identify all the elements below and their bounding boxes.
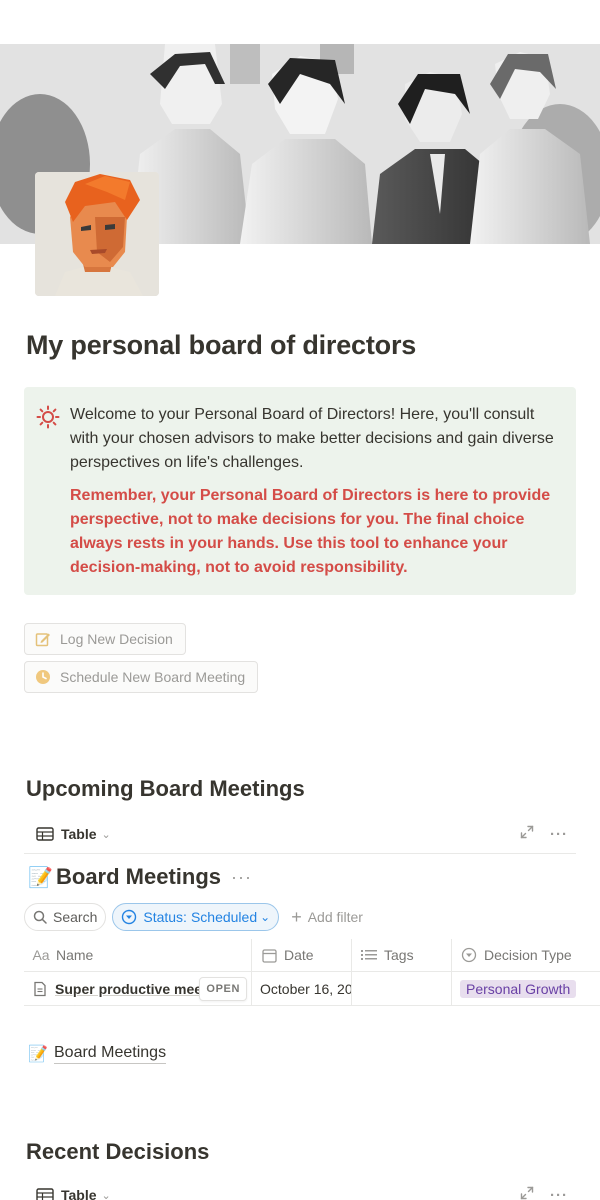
- table-header: Aa Name Date Tags Decision Type: [24, 939, 600, 972]
- column-header-name[interactable]: Aa Name: [24, 939, 252, 971]
- lowpoly-man-icon: [35, 172, 159, 296]
- cell-decision-type[interactable]: Personal Growth: [452, 972, 600, 1005]
- chevron-down-icon: ⌄: [260, 910, 271, 924]
- table-view-tab[interactable]: Table ⌄: [24, 1187, 111, 1200]
- more-options-icon[interactable]: ···: [550, 1187, 568, 1200]
- page-title: My personal board of directors: [26, 330, 417, 360]
- status-filter-chip[interactable]: Status: Scheduled ⌄: [112, 903, 280, 931]
- status-icon: [121, 909, 137, 925]
- calendar-icon: [260, 948, 278, 963]
- schedule-board-meeting-button[interactable]: Schedule New Board Meeting: [24, 661, 259, 693]
- table-view-tab[interactable]: Table ⌄: [24, 826, 111, 842]
- table-view-label: Table: [61, 1187, 97, 1200]
- table-view-label: Table: [61, 826, 97, 842]
- search-label: Search: [53, 909, 98, 925]
- callout-welcome-text: Welcome to your Personal Board of Direct…: [70, 406, 554, 471]
- upcoming-view-bar: Table ⌄ ···: [24, 816, 576, 852]
- chevron-down-icon: ⌄: [101, 1189, 111, 1200]
- expand-icon[interactable]: [520, 1186, 534, 1200]
- plus-icon: +: [291, 906, 302, 927]
- database-more-icon[interactable]: ···: [231, 867, 252, 888]
- table-row[interactable]: Super productive meeting OPEN October 16…: [24, 972, 600, 1006]
- column-header-tags[interactable]: Tags: [352, 939, 452, 971]
- column-header-decision-type[interactable]: Decision Type: [452, 939, 600, 971]
- page-icon-avatar[interactable]: [35, 172, 159, 296]
- memo-icon: 📝: [28, 866, 53, 889]
- log-new-decision-button[interactable]: Log New Decision: [24, 623, 186, 655]
- database-title: 📝 Board Meetings ···: [28, 864, 252, 890]
- add-filter-button[interactable]: + Add filter: [291, 907, 363, 928]
- upcoming-meetings-heading: Upcoming Board Meetings: [26, 776, 305, 801]
- recent-decisions-heading: Recent Decisions: [26, 1139, 210, 1164]
- memo-icon: 📝: [28, 1045, 48, 1063]
- recent-view-bar: Table ⌄ ···: [24, 1177, 576, 1200]
- page-icon: [32, 981, 48, 997]
- filter-bar: Search Status: Scheduled ⌄ + Add filter: [24, 903, 363, 931]
- chevron-down-icon: ⌄: [101, 828, 111, 841]
- add-filter-label: Add filter: [307, 909, 363, 925]
- more-options-icon[interactable]: ···: [550, 826, 568, 843]
- text-property-icon: Aa: [32, 947, 50, 963]
- sun-icon: [36, 405, 60, 429]
- search-icon: [33, 910, 47, 924]
- edit-note-icon: [35, 631, 51, 647]
- welcome-callout: Welcome to your Personal Board of Direct…: [24, 387, 576, 595]
- divider: [24, 853, 576, 854]
- column-header-date[interactable]: Date: [252, 939, 352, 971]
- log-new-decision-label: Log New Decision: [60, 631, 173, 647]
- database-name[interactable]: Board Meetings: [56, 864, 221, 890]
- status-filter-value: Scheduled: [190, 909, 258, 925]
- decision-type-tag: Personal Growth: [460, 979, 577, 998]
- list-icon: [360, 948, 378, 962]
- select-icon: [460, 947, 478, 963]
- cell-name[interactable]: Super productive meeting OPEN: [24, 972, 252, 1005]
- open-row-button[interactable]: OPEN: [199, 977, 247, 1001]
- cell-date[interactable]: October 16, 2024: [252, 972, 352, 1005]
- expand-icon[interactable]: [520, 825, 534, 843]
- schedule-board-meeting-label: Schedule New Board Meeting: [60, 669, 246, 685]
- table-icon: [36, 827, 54, 841]
- linked-page[interactable]: 📝 Board Meetings: [28, 1043, 167, 1064]
- search-chip[interactable]: Search: [24, 903, 107, 931]
- callout-warning-text: Remember, your Personal Board of Directo…: [70, 487, 551, 576]
- status-filter-property: Status:: [143, 909, 187, 925]
- cell-tags[interactable]: [352, 972, 452, 1005]
- linked-page-label[interactable]: Board Meetings: [54, 1043, 167, 1064]
- table-icon: [36, 1188, 54, 1200]
- clock-icon: [35, 669, 51, 685]
